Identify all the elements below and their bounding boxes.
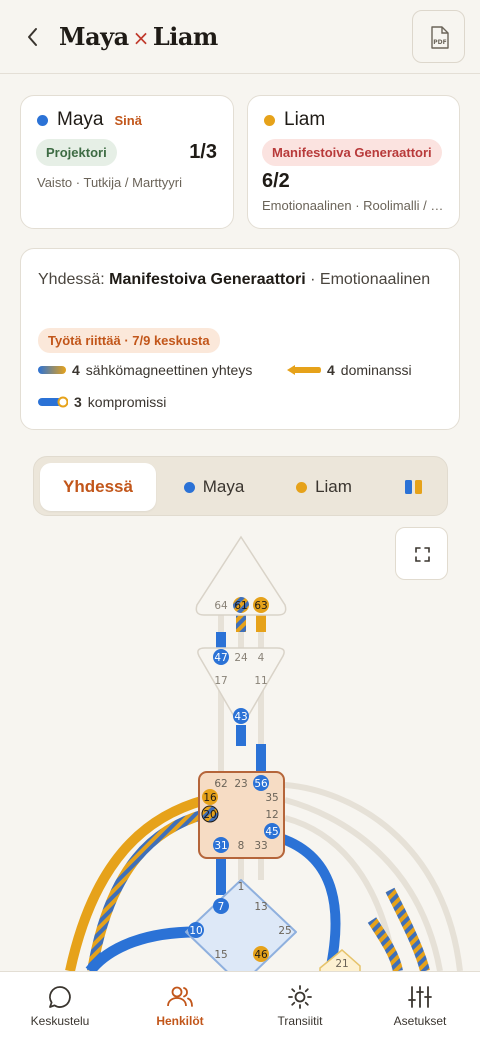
expand-icon — [415, 547, 430, 562]
combined-type: Manifestoiva Generaattori — [109, 271, 306, 288]
legend-label: kompromissi — [87, 394, 167, 410]
people-icon — [167, 986, 193, 1007]
legend-compromise: 3 kompromissi — [38, 394, 166, 410]
gate-31: 31 — [214, 840, 227, 852]
back-icon[interactable] — [22, 24, 42, 50]
tab-maya-label: Maya — [202, 477, 245, 496]
gate-24: 24 — [234, 652, 248, 664]
gate-35: 35 — [265, 792, 278, 804]
gate-12: 12 — [265, 809, 278, 821]
electromagnetic-swatch-icon — [38, 366, 66, 374]
tab-together-label: Yhdessä — [63, 477, 133, 496]
tab-together[interactable]: Yhdessä — [40, 463, 156, 511]
person-card-maya[interactable]: Maya Sinä Projektori 1/3 Vaisto · Tutkij… — [20, 95, 234, 229]
gate-8: 8 — [238, 840, 245, 852]
legend-count: 4 — [72, 362, 80, 378]
gate-11: 11 — [254, 675, 267, 687]
gate-16: 16 — [203, 792, 217, 804]
bodygraph-svg: 64 61 63 47 24 4 17 11 43 62 23 56 16 35… — [65, 535, 463, 971]
fullscreen-button[interactable] — [395, 527, 448, 580]
tab-settings[interactable]: Asetukset — [360, 984, 480, 1028]
person-b-name: Liam — [284, 109, 326, 130]
gate-25: 25 — [278, 925, 291, 937]
centers-badge: Työtä riittää · 7/9 keskusta — [38, 328, 220, 353]
person-b-details: Emotionaalinen · Roolimalli / Erakko — [262, 198, 448, 213]
sun-icon — [288, 985, 312, 1009]
gate-7: 7 — [218, 901, 225, 913]
tab-transits-label: Transiitit — [277, 1014, 323, 1028]
pdf-icon: PDF — [431, 26, 449, 49]
tab-transits[interactable]: Transiitit — [240, 984, 360, 1028]
combined-summary-card: Yhdessä: Manifestoiva Generaattori · Emo… — [20, 248, 460, 430]
gate-20: 20 — [203, 809, 216, 821]
gate-10: 10 — [189, 925, 202, 937]
split-view-icon — [405, 480, 422, 494]
legend-label: sähkömagneettinen yhteys — [85, 362, 253, 378]
tab-liam[interactable]: Liam — [284, 463, 364, 511]
gate-15: 15 — [214, 949, 227, 961]
pdf-export-button[interactable]: PDF — [412, 10, 465, 63]
gate-33: 33 — [254, 840, 267, 852]
header: Maya × Liam PDF — [0, 0, 480, 74]
legend-label: dominanssi — [340, 362, 412, 378]
combined-suffix: · Emotionaalinen — [310, 271, 431, 288]
person-a-details: Vaisto · Tutkija / Marttyyri — [37, 175, 182, 190]
tab-chat-label: Keskustelu — [30, 1014, 90, 1028]
title-separator: × — [132, 26, 150, 50]
gate-17: 17 — [214, 675, 227, 687]
bodygraph-chart: 64 61 63 47 24 4 17 11 43 62 23 56 16 35… — [0, 525, 480, 971]
liam-color-dot — [296, 481, 308, 493]
gate-13: 13 — [254, 901, 267, 913]
compromise-swatch-icon — [38, 396, 68, 408]
person-b-type-badge: Manifestoiva Generaattori — [262, 139, 442, 166]
gate-62: 62 — [214, 778, 227, 790]
pdf-label: PDF — [433, 39, 446, 46]
gate-61: 61 — [234, 600, 247, 612]
gate-1: 1 — [238, 881, 245, 893]
maya-color-dot — [183, 481, 195, 493]
dominance-swatch-icon — [287, 365, 321, 375]
person-a-profile: 1/3 — [189, 141, 217, 163]
person-a-name-row: Maya Sinä — [37, 109, 142, 131]
legend-electromagnetic: 4 sähkömagneettinen yhteys — [38, 362, 252, 378]
tab-people[interactable]: Henkilöt — [120, 984, 240, 1028]
gate-4: 4 — [258, 652, 265, 664]
title-name-b: Liam — [152, 22, 218, 51]
tab-chat[interactable]: Keskustelu — [0, 984, 120, 1028]
legend-dominance: 4 dominanssi — [287, 362, 412, 378]
view-segmented-control: Yhdessä Maya Liam — [33, 456, 448, 516]
gate-64: 64 — [214, 600, 228, 612]
gate-21: 21 — [335, 958, 348, 970]
chat-icon — [49, 986, 71, 1008]
gate-56: 56 — [254, 778, 268, 790]
gate-23: 23 — [234, 778, 247, 790]
tab-liam-label: Liam — [315, 477, 352, 496]
liam-color-dot — [264, 114, 275, 126]
title-name-a: Maya — [59, 22, 129, 51]
person-b-name-row: Liam — [264, 109, 325, 131]
gate-46: 46 — [254, 949, 268, 961]
page-title: Maya × Liam — [59, 22, 218, 51]
tab-maya[interactable]: Maya — [174, 463, 254, 511]
gate-47: 47 — [214, 652, 227, 664]
person-card-liam[interactable]: Liam Manifestoiva Generaattori 6/2 Emoti… — [247, 95, 460, 229]
person-a-name: Maya — [57, 109, 104, 130]
tab-split-view[interactable] — [389, 463, 439, 511]
gate-43: 43 — [234, 711, 247, 723]
legend-count: 3 — [74, 394, 82, 410]
legend-count: 4 — [327, 362, 335, 378]
sliders-icon — [408, 986, 432, 1008]
combined-type-text: Yhdessä: Manifestoiva Generaattori · Emo… — [38, 266, 438, 294]
combined-prefix: Yhdessä: — [38, 271, 105, 288]
gate-63: 63 — [254, 600, 267, 612]
person-a-type-badge: Projektori — [36, 139, 117, 166]
you-badge: Sinä — [114, 112, 142, 128]
maya-color-dot — [37, 114, 48, 126]
tab-settings-label: Asetukset — [393, 1014, 447, 1028]
tab-people-label: Henkilöt — [156, 1014, 204, 1028]
gate-45: 45 — [265, 826, 278, 838]
bottom-tab-bar: Keskustelu Henkilöt Transiitit Asetukset — [0, 971, 480, 1041]
person-b-profile: 6/2 — [262, 170, 290, 192]
